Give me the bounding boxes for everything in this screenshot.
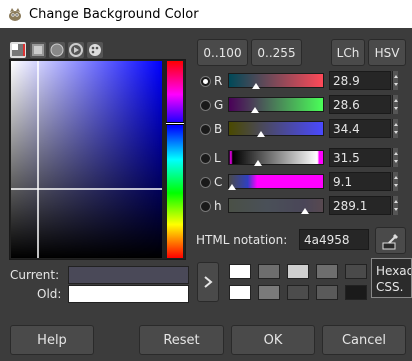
tooltip: Hexad CSS. <box>371 258 412 298</box>
selector-tabs <box>10 42 106 58</box>
channel-value-c[interactable]: 9.1 <box>329 172 391 191</box>
color-picker-button[interactable] <box>375 227 406 254</box>
channel-slider-handle-l[interactable] <box>254 160 263 166</box>
channel-slider-handle-r[interactable] <box>251 83 260 89</box>
ok-button[interactable]: OK <box>231 325 315 355</box>
title-bar: Change Background Color <box>0 0 412 28</box>
channel-label-g: G <box>214 98 224 112</box>
gimp-app-icon <box>9 8 21 21</box>
channel-slider-handle-g[interactable] <box>251 107 260 113</box>
channel-value-l[interactable]: 31.5 <box>329 148 391 167</box>
channel-radio-h[interactable] <box>200 201 211 212</box>
history-swatch[interactable] <box>316 264 338 279</box>
gimp-selector-tab-icon[interactable] <box>10 42 26 58</box>
channel-radio-b[interactable] <box>200 124 211 135</box>
help-button[interactable]: Help <box>10 325 94 355</box>
channel-value-h[interactable]: 289.1 <box>329 196 391 215</box>
channel-slider-h[interactable] <box>228 198 324 213</box>
cancel-button[interactable]: Cancel <box>322 325 406 355</box>
channel-label-r: R <box>214 74 223 88</box>
history-swatch[interactable] <box>316 285 338 300</box>
watercolor-selector-tab-icon[interactable] <box>49 42 65 58</box>
hsv-button[interactable]: HSV <box>368 39 406 66</box>
current-color-swatch <box>68 266 189 284</box>
channel-spinner-l[interactable] <box>392 148 398 167</box>
history-swatch[interactable] <box>229 285 251 300</box>
crosshair-horizontal <box>11 188 162 190</box>
crosshair-vertical <box>37 61 39 258</box>
chevron-right-icon <box>204 276 213 288</box>
lch-button[interactable]: LCh <box>331 39 365 66</box>
channel-slider-handle-c[interactable] <box>228 184 237 190</box>
channel-slider-l[interactable] <box>228 150 324 165</box>
tooltip-line2: CSS. <box>376 280 404 294</box>
channel-label-c: C <box>214 175 223 189</box>
channel-spinner-b[interactable] <box>392 119 398 138</box>
channel-radio-c[interactable] <box>200 177 211 188</box>
channel-slider-b[interactable] <box>228 121 324 136</box>
channel-slider-handle-h[interactable] <box>301 208 310 214</box>
channel-slider-c[interactable] <box>228 174 324 189</box>
channel-spinner-h[interactable] <box>392 196 398 215</box>
reset-button[interactable]: Reset <box>139 325 224 355</box>
history-swatch[interactable] <box>287 285 309 300</box>
channel-slider-handle-b[interactable] <box>257 131 266 137</box>
old-color-swatch <box>68 285 189 303</box>
html-notation-label: HTML notation: <box>196 233 288 247</box>
html-notation-input[interactable] <box>299 229 369 250</box>
channel-spinner-r[interactable] <box>392 71 398 90</box>
window-title: Change Background Color <box>29 6 199 22</box>
history-swatch[interactable] <box>287 264 309 279</box>
tooltip-line1: Hexad <box>376 264 412 278</box>
eyedropper-icon <box>382 233 398 249</box>
saturation-value-square[interactable] <box>11 61 162 258</box>
channel-radio-l[interactable] <box>200 153 211 164</box>
channel-radio-g[interactable] <box>200 100 211 111</box>
hue-strip[interactable] <box>167 61 183 258</box>
history-swatch[interactable] <box>229 264 251 279</box>
history-swatch[interactable] <box>345 264 367 279</box>
channel-label-b: B <box>214 122 223 136</box>
history-swatch[interactable] <box>258 285 280 300</box>
hue-marker[interactable] <box>166 122 184 125</box>
channel-spinner-g[interactable] <box>392 95 398 114</box>
channel-label-l: L <box>214 151 221 165</box>
channel-slider-r[interactable] <box>228 73 324 88</box>
channel-slider-g[interactable] <box>228 97 324 112</box>
channel-value-b[interactable]: 34.4 <box>329 119 391 138</box>
add-to-history-button[interactable] <box>197 262 219 302</box>
old-label: Old: <box>37 287 62 301</box>
channel-value-r[interactable]: 28.9 <box>329 71 391 90</box>
range-0-255-button[interactable]: 0..255 <box>251 39 302 66</box>
palette-selector-tab-icon[interactable] <box>87 42 103 58</box>
cmyk-selector-tab-icon[interactable] <box>30 42 46 58</box>
wheel-selector-tab-icon[interactable] <box>68 42 84 58</box>
channel-label-h: h <box>214 199 222 213</box>
channel-radio-r[interactable] <box>200 76 211 87</box>
history-swatch[interactable] <box>258 264 280 279</box>
channel-value-g[interactable]: 28.6 <box>329 95 391 114</box>
current-label: Current: <box>10 268 60 282</box>
range-0-100-button[interactable]: 0..100 <box>197 39 248 66</box>
history-swatch[interactable] <box>345 285 367 300</box>
channel-spinner-c[interactable] <box>392 172 398 191</box>
